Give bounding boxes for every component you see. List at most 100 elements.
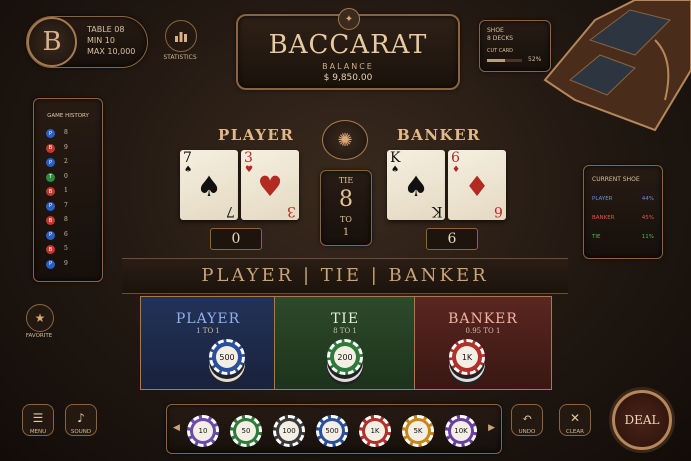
history-value: 8 (64, 129, 68, 136)
card-rank: K (390, 150, 401, 166)
current-shoe-row-label: TIE (592, 234, 601, 240)
table-logo: B (27, 17, 77, 67)
card-rank-bottom: K (431, 203, 442, 219)
history-result-badge: B (46, 187, 55, 196)
history-result-badge: B (46, 245, 55, 254)
player-bet-chip-value: 500 (219, 352, 235, 362)
bet-area-tie[interactable]: TIE 8 TO 1 200 (274, 296, 416, 390)
chip-tray: ◀ 10 50 100 500 1K 5K 10K ▶ (166, 404, 502, 454)
card-rank-bottom: 3 (287, 203, 296, 219)
bet-tie-title: TIE (330, 311, 360, 327)
banker-bet-chip: 1K (449, 339, 485, 375)
history-result-badge: P (46, 129, 55, 138)
hamburger-icon: ☰ (32, 411, 44, 425)
player-bet-chip: 500 (209, 339, 245, 375)
history-result-badge: P (46, 230, 55, 240)
banker-score: 6 (426, 228, 478, 250)
statistics-button[interactable] (165, 20, 197, 52)
close-icon: ✕ (569, 411, 581, 425)
history-value: 1 (64, 187, 68, 194)
chip-10k[interactable]: 10K (445, 415, 477, 447)
shoe-title: SHOE (487, 27, 504, 34)
current-shoe-row: PLAYER 44% (592, 196, 654, 202)
bar-chart-icon (175, 32, 187, 42)
history-row: B 9 (46, 143, 96, 155)
crest-icon: ✦ (338, 8, 360, 30)
deal-button[interactable]: DEAL (612, 390, 672, 450)
history-result-badge: P (46, 201, 55, 211)
bet-banker-title: BANKER (448, 311, 518, 327)
cut-card-fill (487, 59, 506, 62)
bet-area-banker[interactable]: BANKER 0.95 TO 1 1K (414, 296, 552, 390)
bet-tie-odds: 8 TO 1 (333, 327, 357, 335)
tie-bet-chip: 200 (327, 339, 363, 375)
chevron-right-icon[interactable]: ▶ (488, 423, 495, 433)
history-row: P 9 (46, 259, 96, 271)
current-shoe-title: CURRENT SHOE (592, 176, 640, 183)
table-info-panel: B TABLE 08 MIN 10 MAX 10,000 (26, 16, 148, 68)
bet-area-player[interactable]: PLAYER 1 TO 1 500 (140, 296, 276, 390)
banker-label: BANKER (397, 126, 481, 144)
current-shoe-panel: CURRENT SHOE PLAYER 44% BANKER 45% TIE 11% (583, 165, 663, 259)
bet-banker-odds: 0.95 TO 1 (465, 327, 501, 335)
tie-payout-denominator: 1 (342, 227, 350, 238)
chip-value: 5K (413, 427, 423, 435)
current-shoe-row-label: PLAYER (592, 196, 613, 202)
tie-payout-numerator: 8 (339, 187, 353, 212)
cut-card-label: CUT CARD (487, 48, 514, 54)
title-plate: ✦ BACCARAT BALANCE $ 9,850.00 (236, 8, 460, 90)
logo-letter: B (42, 27, 62, 57)
banker-bet-chip-value: 1K (461, 352, 473, 362)
favorite-label: FAVORITE (25, 333, 53, 339)
card-suit-pip: ♠ (196, 170, 222, 203)
banker-card: 6 ♦ ♦ 6 (448, 150, 506, 220)
sound-label: SOUND (70, 429, 92, 435)
history-row: B 1 (46, 186, 96, 198)
history-row: P 2 (46, 157, 96, 169)
favorite-button[interactable]: ★ (26, 304, 54, 332)
chip-10[interactable]: 10 (187, 415, 219, 447)
history-value: 0 (64, 172, 68, 180)
history-row: T 0 (46, 172, 96, 184)
undo-label: UNDO (518, 429, 536, 435)
card-shoe-device (543, 0, 691, 132)
chip-500[interactable]: 500 (316, 415, 348, 447)
history-row: P 6 (46, 230, 96, 242)
chip-50[interactable]: 50 (230, 415, 262, 447)
history-value: 9 (64, 143, 68, 151)
player-card: 3 ♥ ♥ 3 (241, 150, 299, 220)
card-rank-bottom: 7 (226, 203, 235, 219)
history-result-badge: P (46, 158, 55, 167)
player-score: 0 (210, 228, 262, 250)
history-result-badge: B (46, 143, 55, 153)
card-rank: 7 (183, 150, 192, 166)
speaker-icon: ♪ (77, 411, 85, 425)
history-row: P 8 (46, 128, 96, 140)
chip-value: 10K (454, 427, 468, 435)
current-shoe-row-pct: 45% (641, 215, 654, 221)
chip-5k[interactable]: 5K (402, 415, 434, 447)
chip-value: 100 (282, 427, 296, 435)
deal-label: DEAL (624, 413, 660, 427)
card-rank: 3 (244, 150, 253, 166)
cut-card-progress (487, 59, 522, 62)
chip-1k[interactable]: 1K (359, 415, 391, 447)
chip-100[interactable]: 100 (273, 415, 305, 447)
current-shoe-row-label: BANKER (592, 215, 615, 221)
game-title: BACCARAT (268, 30, 428, 60)
history-value: 9 (64, 259, 68, 267)
history-row: P 7 (46, 201, 96, 213)
card-rank: 6 (451, 150, 460, 166)
clear-label: CLEAR (566, 429, 584, 435)
history-value: 8 (64, 216, 68, 223)
chip-value: 10 (198, 427, 208, 435)
history-value: 6 (64, 230, 68, 238)
chip-value: 50 (241, 427, 251, 435)
game-history-panel: GAME HISTORY P 8 B 9 P 2 T 0 B 1 P 7 B 8 P 6 B 5… (33, 98, 103, 282)
table-max: MAX 10,000 (87, 47, 136, 56)
chevron-left-icon[interactable]: ◀ (173, 423, 180, 433)
tie-payout-panel: TIE 8 TO 1 (320, 170, 372, 246)
chip-value: 500 (325, 427, 339, 435)
tie-payout-to: TO (340, 215, 352, 224)
game-history-title: GAME HISTORY (47, 113, 89, 119)
